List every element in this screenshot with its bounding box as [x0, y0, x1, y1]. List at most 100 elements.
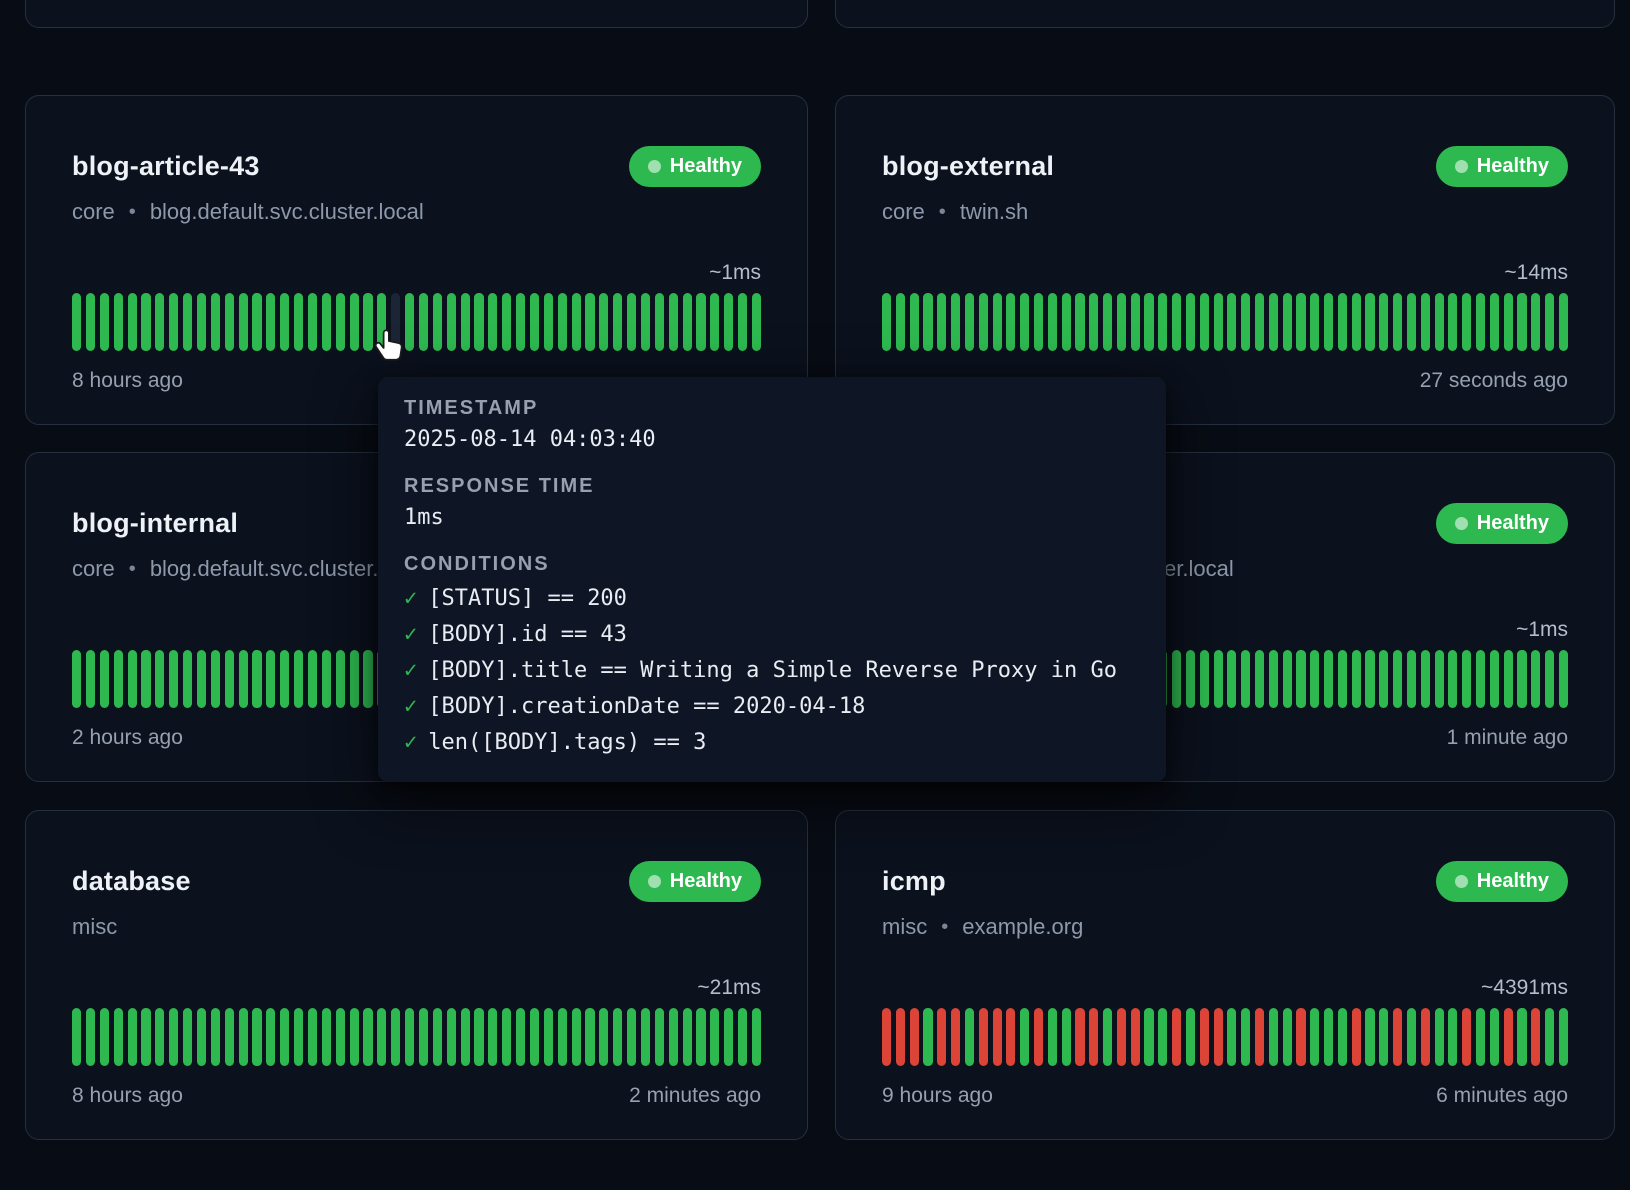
health-bar[interactable]: [627, 1008, 636, 1066]
health-bar[interactable]: [363, 1008, 372, 1066]
health-bar[interactable]: [252, 1008, 261, 1066]
health-bar[interactable]: [336, 650, 345, 708]
health-bar[interactable]: [910, 1008, 919, 1066]
health-bar[interactable]: [516, 1008, 525, 1066]
health-bar[interactable]: [419, 293, 428, 351]
health-bar[interactable]: [641, 293, 650, 351]
health-bar[interactable]: [1200, 1008, 1209, 1066]
health-bar[interactable]: [1490, 1008, 1499, 1066]
health-bar[interactable]: [294, 650, 303, 708]
health-bar[interactable]: [1407, 1008, 1416, 1066]
health-bar[interactable]: [530, 1008, 539, 1066]
health-bar[interactable]: [1241, 650, 1250, 708]
health-bar[interactable]: [882, 1008, 891, 1066]
health-bar[interactable]: [1034, 293, 1043, 351]
health-bar[interactable]: [1393, 293, 1402, 351]
health-bar[interactable]: [1421, 1008, 1430, 1066]
health-bar[interactable]: [1103, 1008, 1112, 1066]
health-bar[interactable]: [474, 293, 483, 351]
health-bar[interactable]: [1062, 293, 1071, 351]
health-bar[interactable]: [683, 1008, 692, 1066]
health-bar[interactable]: [752, 293, 761, 351]
health-bar[interactable]: [1296, 1008, 1305, 1066]
health-bar[interactable]: [599, 1008, 608, 1066]
health-bar[interactable]: [951, 1008, 960, 1066]
health-bar[interactable]: [280, 1008, 289, 1066]
health-bar[interactable]: [197, 650, 206, 708]
health-bar[interactable]: [1269, 1008, 1278, 1066]
health-bar[interactable]: [896, 1008, 905, 1066]
health-bar[interactable]: [308, 650, 317, 708]
health-bar[interactable]: [655, 293, 664, 351]
health-bar[interactable]: [516, 293, 525, 351]
health-bar[interactable]: [1559, 293, 1568, 351]
health-bar[interactable]: [1034, 1008, 1043, 1066]
health-bar[interactable]: [1435, 650, 1444, 708]
health-bar[interactable]: [336, 1008, 345, 1066]
health-bar[interactable]: [655, 1008, 664, 1066]
health-bar[interactable]: [1186, 1008, 1195, 1066]
health-bar[interactable]: [1310, 650, 1319, 708]
health-bar[interactable]: [1227, 293, 1236, 351]
health-bar[interactable]: [710, 1008, 719, 1066]
endpoint-title[interactable]: database: [72, 866, 191, 897]
health-bar[interactable]: [613, 293, 622, 351]
health-bar[interactable]: [530, 293, 539, 351]
health-bar[interactable]: [1448, 1008, 1457, 1066]
health-bar[interactable]: [937, 1008, 946, 1066]
health-bar[interactable]: [1393, 1008, 1402, 1066]
health-bar[interactable]: [1186, 650, 1195, 708]
health-bar[interactable]: [1435, 293, 1444, 351]
health-bar[interactable]: [1476, 650, 1485, 708]
health-bar[interactable]: [1531, 1008, 1540, 1066]
health-bar[interactable]: [197, 1008, 206, 1066]
health-bar[interactable]: [1144, 1008, 1153, 1066]
health-bar[interactable]: [1517, 1008, 1526, 1066]
health-bar[interactable]: [558, 1008, 567, 1066]
health-bar[interactable]: [1421, 650, 1430, 708]
health-bar[interactable]: [72, 650, 81, 708]
health-bar[interactable]: [1144, 293, 1153, 351]
health-bar[interactable]: [1200, 293, 1209, 351]
card-blog-article-43[interactable]: blog-article-43 Healthy core • blog.defa…: [25, 95, 808, 425]
health-bar[interactable]: [155, 650, 164, 708]
health-bar[interactable]: [391, 1008, 400, 1066]
health-bar[interactable]: [613, 1008, 622, 1066]
health-bar[interactable]: [266, 1008, 275, 1066]
health-bar[interactable]: [1559, 650, 1568, 708]
health-bar[interactable]: [1020, 1008, 1029, 1066]
health-bar[interactable]: [239, 650, 248, 708]
health-bar[interactable]: [1324, 293, 1333, 351]
health-bar[interactable]: [211, 1008, 220, 1066]
health-bar[interactable]: [1517, 293, 1526, 351]
health-bar[interactable]: [1517, 650, 1526, 708]
health-bar[interactable]: [308, 1008, 317, 1066]
health-bar[interactable]: [1048, 293, 1057, 351]
health-bar[interactable]: [1117, 1008, 1126, 1066]
health-bar[interactable]: [1490, 650, 1499, 708]
health-bar[interactable]: [1214, 1008, 1223, 1066]
health-bar[interactable]: [225, 1008, 234, 1066]
health-bar[interactable]: [363, 650, 372, 708]
health-bar[interactable]: [308, 293, 317, 351]
health-bar[interactable]: [979, 1008, 988, 1066]
health-bar[interactable]: [1365, 650, 1374, 708]
health-bar[interactable]: [1435, 1008, 1444, 1066]
health-bar[interactable]: [280, 293, 289, 351]
health-bar[interactable]: [461, 293, 470, 351]
health-bar[interactable]: [1352, 293, 1361, 351]
health-bar[interactable]: [1448, 650, 1457, 708]
health-bar[interactable]: [128, 1008, 137, 1066]
health-bar[interactable]: [1462, 1008, 1471, 1066]
health-bar[interactable]: [183, 1008, 192, 1066]
health-bar[interactable]: [710, 293, 719, 351]
health-bar[interactable]: [1407, 650, 1416, 708]
health-bar[interactable]: [502, 293, 511, 351]
health-bar[interactable]: [1020, 293, 1029, 351]
health-bar[interactable]: [683, 293, 692, 351]
health-bar[interactable]: [1379, 650, 1388, 708]
health-bar[interactable]: [86, 650, 95, 708]
health-bar[interactable]: [322, 650, 331, 708]
health-bar[interactable]: [114, 1008, 123, 1066]
health-bar[interactable]: [350, 293, 359, 351]
